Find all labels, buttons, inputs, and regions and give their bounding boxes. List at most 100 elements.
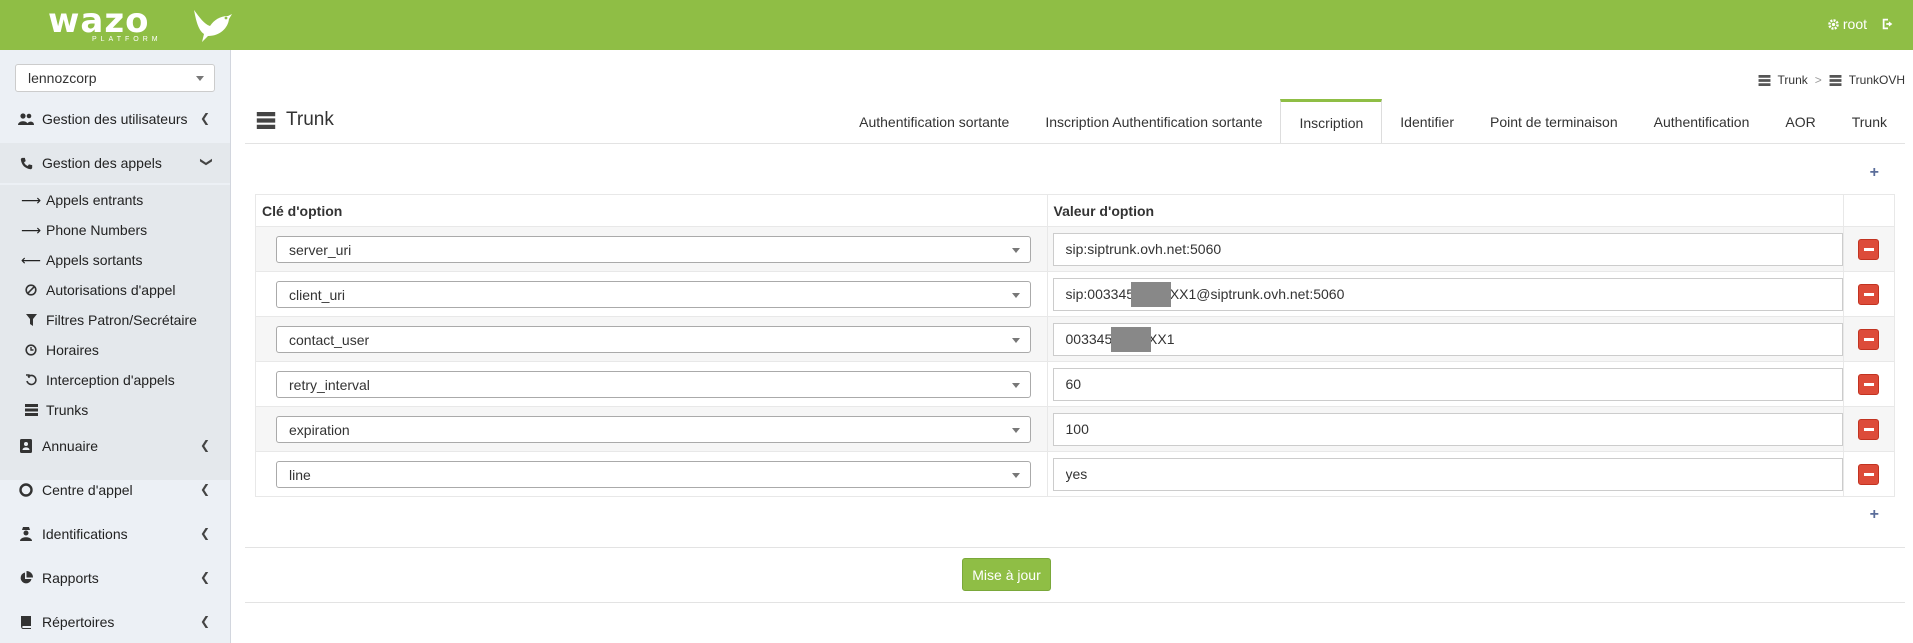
table-row: client_uri: [255, 271, 1896, 317]
caret-down-icon: [1012, 337, 1020, 343]
option-key-select[interactable]: server_uri: [276, 235, 1031, 263]
arrow-right-icon: ⟶: [20, 191, 42, 208]
sign-out-icon[interactable]: [1881, 17, 1895, 31]
caret-down-icon: [1012, 247, 1020, 253]
sidebar-item-reports[interactable]: Rapports ❮: [0, 558, 230, 598]
tab-outbound-auth[interactable]: Authentification sortante: [841, 99, 1027, 144]
top-navbar: wazo PLATFORM root: [0, 0, 1913, 50]
breadcrumb: Trunk > TrunkOVH: [1758, 73, 1905, 87]
submenu-item-call-permissions[interactable]: Autorisations d'appel: [24, 279, 176, 301]
column-header-actions: [1842, 194, 1896, 227]
caret-down-icon: [1012, 382, 1020, 388]
submenu-item-outgoing[interactable]: ⟵ Appels sortants: [21, 249, 143, 271]
redaction-block: [1110, 326, 1151, 352]
update-button[interactable]: Mise à jour: [962, 558, 1051, 591]
option-key-value: line: [289, 466, 311, 483]
tab-aor[interactable]: AOR: [1767, 99, 1833, 144]
option-key-select[interactable]: retry_interval: [276, 370, 1031, 398]
form-footer-divider: [245, 602, 1905, 603]
remove-row-button[interactable]: [1858, 374, 1880, 395]
user-secret-icon: [18, 526, 34, 542]
submenu-item-label: Trunks: [46, 402, 89, 418]
page-title: Trunk: [256, 109, 334, 131]
tab-bar: Authentification sortante Inscription Au…: [841, 99, 1905, 144]
option-key-select[interactable]: expiration: [276, 415, 1031, 443]
option-key-value: expiration: [289, 421, 350, 438]
caret-down-icon: [1012, 427, 1020, 433]
chevron-left-icon: ❮: [199, 614, 210, 628]
user-menu[interactable]: root: [1827, 16, 1867, 32]
tab-identify[interactable]: Identifier: [1382, 99, 1472, 144]
option-key-value: server_uri: [289, 241, 352, 258]
submenu-item-label: Autorisations d'appel: [46, 282, 176, 298]
minus-icon: [1863, 338, 1874, 341]
sidebar-item-identities[interactable]: Identifications ❮: [0, 514, 230, 554]
remove-row-button[interactable]: [1858, 284, 1880, 305]
submenu-item-phone-numbers[interactable]: ⟶ Phone Numbers: [20, 219, 147, 241]
option-value-input[interactable]: [1052, 322, 1843, 356]
page-title-text: Trunk: [286, 109, 334, 130]
option-value-input[interactable]: [1052, 232, 1843, 266]
option-key-select[interactable]: client_uri: [276, 280, 1031, 308]
remove-row-button[interactable]: [1858, 464, 1880, 485]
pie-chart-icon: [18, 570, 34, 586]
submenu-item-boss-secretary[interactable]: Filtres Patron/Secrétaire: [24, 309, 197, 331]
option-value-input[interactable]: [1052, 277, 1843, 311]
sidebar-item-label: Rapports: [42, 570, 99, 586]
remove-row-button[interactable]: [1858, 329, 1880, 350]
tab-endpoint[interactable]: Point de terminaison: [1472, 99, 1636, 144]
table-row: line: [255, 451, 1896, 497]
server-icon: [256, 111, 276, 129]
chevron-down-icon: ❮: [197, 156, 212, 168]
remove-row-button[interactable]: [1858, 239, 1880, 260]
option-key-value: retry_interval: [289, 376, 370, 393]
submenu-item-incoming[interactable]: ⟶ Appels entrants: [20, 189, 144, 211]
logo-subtitle: PLATFORM: [92, 36, 162, 43]
table-row: retry_interval: [255, 361, 1896, 407]
remove-row-button[interactable]: [1858, 419, 1880, 440]
add-option-bottom-icon[interactable]: +: [1870, 506, 1879, 524]
wazo-logo[interactable]: wazo PLATFORM: [48, 4, 232, 43]
users-icon: [18, 111, 34, 127]
tenant-select[interactable]: lennozcorp: [15, 64, 215, 92]
sidebar-item-label: Centre d'appel: [42, 482, 133, 498]
redaction-block: [1130, 281, 1171, 307]
submenu-item-label: Filtres Patron/Secrétaire: [46, 312, 197, 328]
tab-auth[interactable]: Authentification: [1636, 99, 1768, 144]
server-icon: [1829, 74, 1842, 86]
submenu-item-trunks[interactable]: Trunks: [24, 399, 88, 421]
sidebar-item-directory[interactable]: Annuaire ❮: [0, 426, 230, 466]
tab-registration-outbound-auth[interactable]: Inscription Authentification sortante: [1027, 99, 1280, 144]
submenu-item-label: Appels entrants: [46, 192, 144, 208]
option-key-select[interactable]: contact_user: [276, 325, 1031, 353]
sidebar: lennozcorp Gestion des utilisateurs ❮ Ge…: [0, 50, 231, 643]
life-ring-icon: [18, 482, 34, 498]
breadcrumb-parent[interactable]: Trunk: [1778, 73, 1808, 87]
tab-registration[interactable]: Inscription: [1280, 99, 1383, 144]
tenant-select-value: lennozcorp: [28, 70, 97, 86]
sidebar-item-callcenter[interactable]: Centre d'appel ❮: [0, 470, 230, 510]
chevron-left-icon: ❮: [199, 111, 210, 125]
submenu-item-label: Appels sortants: [46, 252, 143, 268]
option-key-value: client_uri: [289, 286, 346, 303]
submenu-item-call-pickup[interactable]: Interception d'appels: [24, 369, 175, 391]
breadcrumb-current: TrunkOVH: [1848, 73, 1905, 87]
add-option-top-icon[interactable]: +: [1870, 164, 1879, 182]
minus-icon: [1863, 248, 1874, 251]
option-key-value: contact_user: [289, 331, 370, 348]
arrow-right-icon: ⟶: [20, 221, 42, 238]
submenu-item-schedules[interactable]: Horaires: [24, 339, 99, 361]
option-value-input[interactable]: [1052, 457, 1843, 491]
sidebar-item-users[interactable]: Gestion des utilisateurs ❮: [0, 99, 230, 139]
sidebar-item-calls[interactable]: Gestion des appels ❮: [0, 143, 230, 183]
caret-down-icon: [196, 76, 204, 81]
tab-trunk[interactable]: Trunk: [1834, 99, 1905, 144]
column-header-value: Valeur d'option: [1046, 194, 1844, 227]
option-value-input[interactable]: [1052, 412, 1843, 446]
ban-icon: [24, 284, 38, 296]
option-key-select[interactable]: line: [276, 460, 1031, 488]
sidebar-item-repertories[interactable]: Répertoires ❮: [0, 602, 230, 642]
clock-icon: [24, 344, 38, 356]
option-value-input[interactable]: [1052, 367, 1843, 401]
sidebar-item-label: Gestion des utilisateurs: [42, 111, 188, 127]
